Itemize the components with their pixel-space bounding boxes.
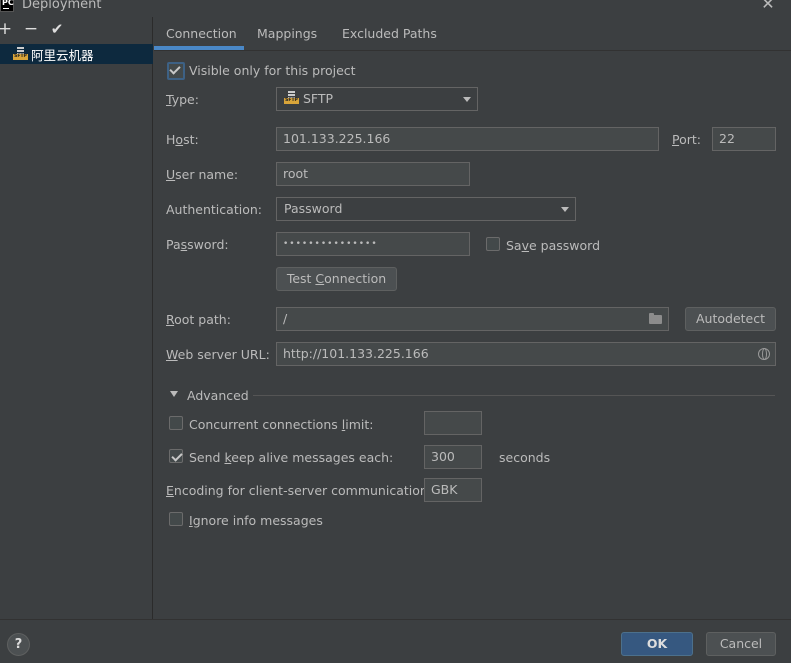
authentication-value: Password bbox=[284, 201, 343, 216]
user-name-label: User name: bbox=[166, 167, 239, 182]
advanced-section-title[interactable]: Advanced bbox=[187, 388, 249, 403]
tab-excluded-paths[interactable]: Excluded Paths bbox=[342, 26, 437, 41]
server-list-panel: + − ✔ SFTP 阿里云机器 bbox=[0, 17, 153, 619]
active-tab-indicator bbox=[154, 46, 244, 50]
window-title: Deployment bbox=[22, 0, 102, 12]
set-default-check-icon[interactable]: ✔ bbox=[49, 21, 65, 37]
add-server-icon[interactable]: + bbox=[0, 21, 13, 38]
tab-mappings[interactable]: Mappings bbox=[257, 26, 317, 41]
concurrent-limit-checkbox[interactable] bbox=[169, 416, 183, 430]
root-path-value: / bbox=[283, 311, 288, 326]
sftp-icon: SFTP bbox=[284, 91, 299, 105]
encoding-input[interactable]: GBK bbox=[424, 478, 482, 502]
tab-connection[interactable]: Connection bbox=[166, 26, 237, 41]
host-label: Host: bbox=[166, 132, 199, 147]
web-server-url-input[interactable]: http://101.133.225.166 bbox=[276, 342, 776, 366]
keep-alive-label: Send keep alive messages each: bbox=[189, 450, 394, 465]
type-value: SFTP bbox=[303, 91, 334, 106]
user-name-input[interactable]: root bbox=[276, 162, 470, 186]
chevron-down-icon[interactable] bbox=[170, 391, 178, 397]
type-dropdown[interactable]: SFTP SFTP bbox=[276, 87, 478, 111]
authentication-label: Authentication: bbox=[166, 202, 262, 217]
help-icon[interactable]: ? bbox=[7, 633, 30, 656]
tab-bar: Connection Mappings Excluded Paths bbox=[154, 17, 791, 51]
web-server-url-label: Web server URL: bbox=[166, 347, 270, 362]
root-path-label: Root path: bbox=[166, 312, 231, 327]
chevron-down-icon bbox=[561, 207, 569, 212]
concurrent-limit-label: Concurrent connections limit: bbox=[189, 417, 374, 432]
port-label: Port: bbox=[672, 132, 701, 147]
password-label: Password: bbox=[166, 237, 229, 252]
save-password-checkbox[interactable] bbox=[486, 237, 500, 251]
port-input[interactable]: 22 bbox=[712, 127, 776, 151]
password-input[interactable]: ••••••••••••••• bbox=[276, 232, 470, 256]
server-list-item[interactable]: SFTP 阿里云机器 bbox=[0, 44, 153, 64]
autodetect-button[interactable]: Autodetect bbox=[685, 307, 776, 331]
host-input[interactable]: 101.133.225.166 bbox=[276, 127, 659, 151]
visible-only-checkbox[interactable] bbox=[167, 62, 185, 80]
sftp-server-icon: SFTP bbox=[13, 47, 28, 61]
cancel-button[interactable]: Cancel bbox=[706, 632, 776, 656]
root-path-input[interactable]: / bbox=[276, 307, 669, 331]
save-password-label: Save password bbox=[506, 238, 601, 253]
concurrent-limit-input[interactable] bbox=[424, 411, 482, 435]
server-name: 阿里云机器 bbox=[31, 48, 94, 63]
keep-alive-input[interactable]: 300 bbox=[424, 445, 482, 469]
encoding-label: Encoding for client-server communication… bbox=[166, 483, 433, 498]
web-server-url-value: http://101.133.225.166 bbox=[283, 346, 429, 361]
type-label: Type: bbox=[166, 92, 199, 107]
dialog-footer: ? OK Cancel bbox=[0, 619, 791, 663]
title-bar: PC Deployment ✕ bbox=[0, 0, 791, 14]
ok-button[interactable]: OK bbox=[621, 632, 693, 656]
chevron-down-icon bbox=[463, 97, 471, 102]
pycharm-app-icon: PC bbox=[0, 0, 14, 12]
remove-server-icon[interactable]: − bbox=[23, 21, 39, 38]
close-icon[interactable]: ✕ bbox=[760, 0, 776, 12]
test-connection-button[interactable]: Test Connection bbox=[276, 267, 397, 291]
ignore-info-label: Ignore info messages bbox=[189, 513, 323, 528]
keep-alive-checkbox[interactable] bbox=[169, 449, 183, 463]
visible-only-label: Visible only for this project bbox=[189, 63, 356, 78]
authentication-dropdown[interactable]: Password bbox=[276, 197, 576, 221]
advanced-separator bbox=[253, 395, 775, 396]
keep-alive-unit: seconds bbox=[499, 450, 551, 465]
globe-icon[interactable] bbox=[758, 348, 770, 360]
ignore-info-checkbox[interactable] bbox=[169, 512, 183, 526]
folder-icon[interactable] bbox=[649, 313, 662, 324]
